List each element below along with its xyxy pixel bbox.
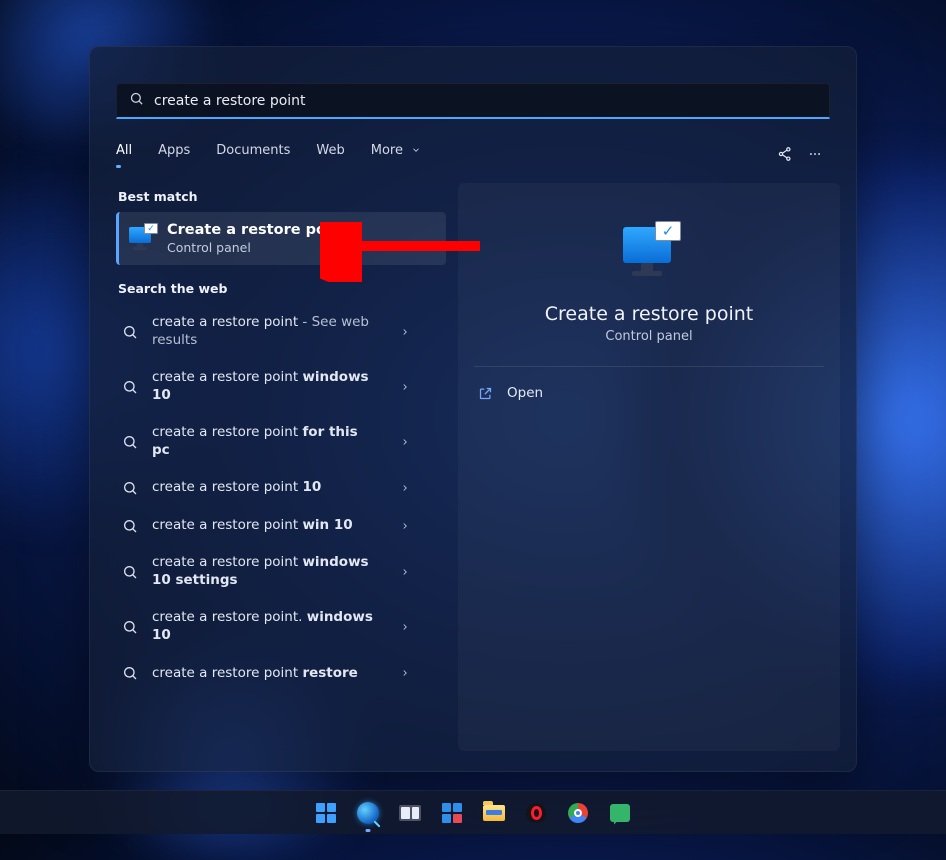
search-icon <box>122 564 138 580</box>
web-result-text: create a restore point. windows 10 <box>152 609 386 644</box>
folder-icon <box>483 805 505 821</box>
web-result-text: create a restore point windows 10 <box>152 369 386 404</box>
search-web-label: Search the web <box>118 281 446 296</box>
best-match-result[interactable]: ✓ Create a restore point Control panel <box>116 212 446 265</box>
detail-icon: ✓ <box>476 225 822 281</box>
detail-divider <box>474 366 824 367</box>
search-bar[interactable] <box>116 83 830 119</box>
best-match-subtitle: Control panel <box>167 240 348 255</box>
web-result[interactable]: create a restore point windows 10 settin… <box>116 544 446 599</box>
opera-button[interactable] <box>520 797 552 829</box>
chevron-right-icon <box>400 567 410 577</box>
search-icon <box>122 518 138 534</box>
web-result-text: create a restore point restore <box>152 665 386 683</box>
detail-subtitle: Control panel <box>476 329 822 344</box>
chrome-icon <box>568 803 588 823</box>
web-result-text: create a restore point win 10 <box>152 517 386 535</box>
widgets-icon <box>442 803 462 823</box>
opera-icon <box>526 803 546 823</box>
tab-more[interactable]: More <box>371 143 421 166</box>
web-result[interactable]: create a restore point windows 10 <box>116 359 446 414</box>
restore-point-icon-large: ✓ <box>619 225 679 281</box>
web-result-text: create a restore point 10 <box>152 479 386 497</box>
chevron-right-icon <box>400 668 410 678</box>
search-icon <box>122 324 138 340</box>
chevron-right-icon <box>400 437 410 447</box>
web-result[interactable]: create a restore point for this pc <box>116 414 446 469</box>
web-result[interactable]: create a restore point win 10 <box>116 507 446 545</box>
tab-web[interactable]: Web <box>316 143 344 166</box>
search-icon <box>122 665 138 681</box>
share-icon[interactable] <box>770 139 800 169</box>
web-result[interactable]: create a restore point restore <box>116 655 446 693</box>
chevron-right-icon <box>400 521 410 531</box>
restore-point-icon: ✓ <box>129 226 155 252</box>
search-icon <box>122 434 138 450</box>
start-search-panel: All Apps Documents Web More Best match ✓… <box>89 46 857 772</box>
web-result[interactable]: create a restore point. windows 10 <box>116 599 446 654</box>
search-icon <box>129 91 154 110</box>
chevron-right-icon <box>400 483 410 493</box>
start-button[interactable] <box>310 797 342 829</box>
results-column: Best match ✓ Create a restore point Cont… <box>116 183 446 751</box>
web-result-text: create a restore point for this pc <box>152 424 386 459</box>
search-icon <box>122 480 138 496</box>
chevron-down-icon <box>411 145 421 155</box>
more-options-icon[interactable] <box>800 139 830 169</box>
file-explorer-button[interactable] <box>478 797 510 829</box>
web-result[interactable]: create a restore point - See web results <box>116 304 446 359</box>
tab-all[interactable]: All <box>116 143 132 166</box>
open-action[interactable]: Open <box>476 381 822 405</box>
task-view-button[interactable] <box>394 797 426 829</box>
open-external-icon <box>478 386 493 401</box>
tab-documents[interactable]: Documents <box>216 143 290 166</box>
widgets-button[interactable] <box>436 797 468 829</box>
taskbar-search-button[interactable] <box>352 797 384 829</box>
chrome-button[interactable] <box>562 797 594 829</box>
detail-title: Create a restore point <box>476 303 822 325</box>
chat-app-button[interactable] <box>604 797 636 829</box>
detail-pane: ✓ Create a restore point Control panel O… <box>458 183 840 751</box>
chat-icon <box>610 804 630 822</box>
chevron-right-icon <box>400 327 410 337</box>
chevron-right-icon <box>400 382 410 392</box>
web-result[interactable]: create a restore point 10 <box>116 469 446 507</box>
web-result-text: create a restore point windows 10 settin… <box>152 554 386 589</box>
chevron-right-icon <box>400 622 410 632</box>
task-view-icon <box>399 805 421 821</box>
web-result-text: create a restore point - See web results <box>152 314 386 349</box>
tab-apps[interactable]: Apps <box>158 143 190 166</box>
search-icon <box>122 379 138 395</box>
search-icon <box>357 802 379 824</box>
search-icon <box>122 619 138 635</box>
best-match-title: Create a restore point <box>167 222 348 238</box>
taskbar <box>0 790 946 834</box>
best-match-label: Best match <box>118 189 446 204</box>
search-input[interactable] <box>154 93 817 109</box>
filter-tabs: All Apps Documents Web More <box>116 139 830 169</box>
